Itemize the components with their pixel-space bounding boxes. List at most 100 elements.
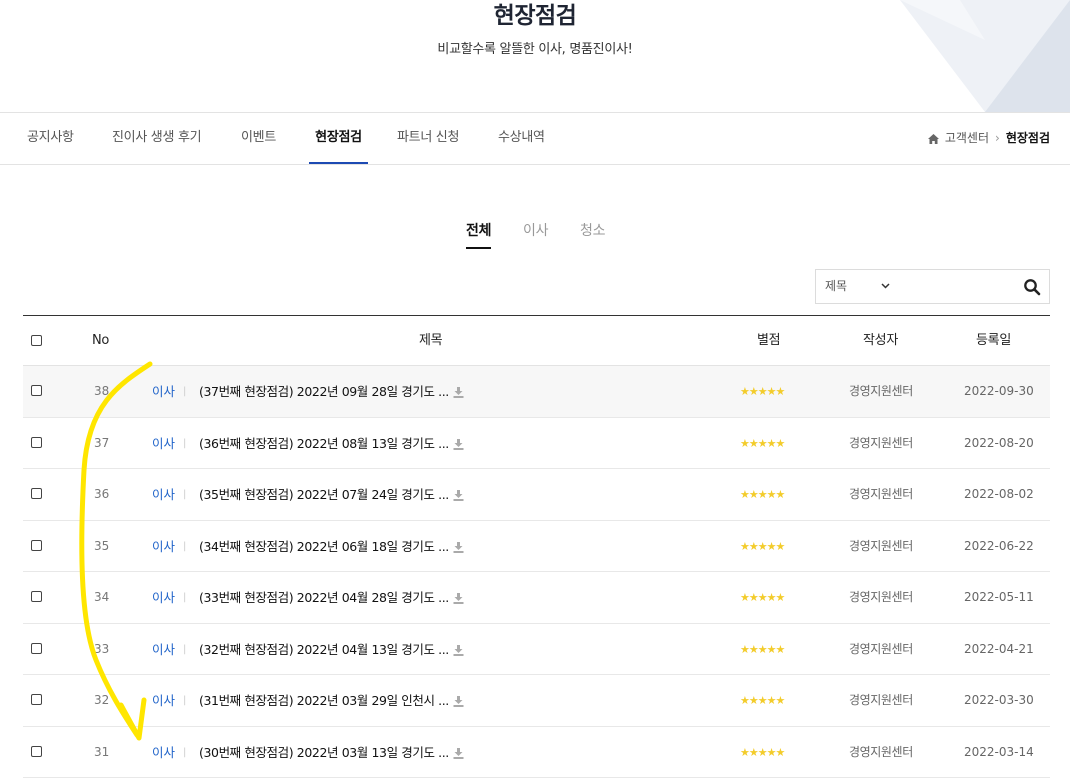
- home-icon[interactable]: [927, 133, 939, 144]
- tab-notice[interactable]: 공지사항: [27, 113, 74, 164]
- row-title-link[interactable]: (33번째 현장점검) 2022년 04월 28일 경기도 ...: [199, 590, 449, 605]
- row-number: 38: [94, 384, 110, 398]
- category-tabs: 전체 이사 청소: [0, 220, 1070, 250]
- row-title-cell: (31번째 현장점검) 2022년 03월 29일 인천시 ...: [199, 675, 464, 726]
- sub-navigation: 공지사항 진이사 생생 후기 이벤트 현장점검 파트너 신청 수상내역 고객센터…: [0, 112, 1070, 165]
- row-checkbox[interactable]: [31, 694, 42, 705]
- row-title-link[interactable]: (37번째 현장점검) 2022년 09월 28일 경기도 ...: [199, 384, 449, 399]
- row-date: 2022-06-22: [964, 538, 1034, 553]
- tab-awards[interactable]: 수상내역: [498, 113, 545, 164]
- row-number: 37: [94, 435, 110, 450]
- row-writer: 경영지원센터: [849, 693, 913, 707]
- row-writer: 경영지원센터: [849, 641, 913, 656]
- row-category-link[interactable]: 이사: [152, 366, 175, 417]
- download-icon[interactable]: [453, 490, 464, 501]
- table-row[interactable]: 34 이사 | (33번째 현장점검) 2022년 04월 28일 경기도 ... ★★…: [23, 572, 1050, 624]
- row-divider: |: [183, 437, 187, 449]
- row-date: 2022-08-02: [964, 487, 1034, 501]
- star-rating: ★★★★★: [740, 642, 785, 656]
- search-input[interactable]: [896, 270, 1020, 305]
- row-number: 32: [94, 693, 110, 707]
- row-checkbox[interactable]: [31, 642, 42, 654]
- table-row[interactable]: 35 이사 | (34번째 현장점검) 2022년 06월 18일 경기도 ... ★★…: [23, 521, 1050, 572]
- row-title-link[interactable]: (36번째 현장점검) 2022년 08월 13일 경기도 ...: [199, 436, 449, 451]
- row-checkbox[interactable]: [31, 591, 42, 602]
- row-divider: |: [183, 592, 187, 603]
- download-icon[interactable]: [453, 747, 464, 759]
- row-writer: 경영지원센터: [849, 384, 913, 398]
- category-tab-all[interactable]: 전체: [466, 220, 491, 249]
- row-title-link[interactable]: (32번째 현장점검) 2022년 04월 13일 경기도 ...: [199, 642, 449, 657]
- download-icon[interactable]: [453, 541, 464, 553]
- row-number: 33: [94, 641, 110, 656]
- search-icon[interactable]: [1023, 278, 1041, 296]
- row-title-link[interactable]: (31번째 현장점검) 2022년 03월 29일 인천시 ...: [199, 693, 449, 708]
- row-divider: |: [183, 489, 187, 500]
- row-writer: 경영지원센터: [849, 538, 913, 553]
- row-date: 2022-03-30: [964, 693, 1034, 707]
- row-title-cell: (34번째 현장점검) 2022년 06월 18일 경기도 ...: [199, 521, 464, 572]
- row-checkbox[interactable]: [31, 488, 42, 499]
- chevron-right-icon: ›: [995, 131, 1000, 145]
- row-checkbox[interactable]: [31, 539, 42, 551]
- table-row[interactable]: 32 이사 | (31번째 현장점검) 2022년 03월 29일 인천시 ... ★★…: [23, 675, 1050, 727]
- table-row[interactable]: 33 이사 | (32번째 현장점검) 2022년 04월 13일 경기도 ... ★★…: [23, 624, 1050, 675]
- download-icon[interactable]: [453, 593, 464, 604]
- row-category-link[interactable]: 이사: [152, 469, 175, 520]
- row-number: 31: [94, 744, 110, 759]
- row-title-cell: (30번째 현장점검) 2022년 03월 13일 경기도 ...: [199, 727, 464, 778]
- header-no: No: [92, 333, 110, 348]
- row-date: 2022-05-11: [964, 590, 1034, 604]
- row-divider: |: [183, 746, 187, 758]
- page-subtitle: 비교할수록 알뜰한 이사, 명품진이사!: [437, 42, 633, 57]
- row-checkbox[interactable]: [31, 745, 42, 757]
- breadcrumb-current: 현장점검: [1005, 131, 1050, 145]
- search-field-label: 제목: [825, 279, 848, 293]
- row-date: 2022-03-14: [964, 744, 1034, 759]
- tab-site-inspection[interactable]: 현장점검: [309, 113, 368, 164]
- row-writer: 경영지원센터: [849, 590, 913, 604]
- table-row[interactable]: 36 이사 | (35번째 현장점검) 2022년 07월 24일 경기도 ... ★★…: [23, 469, 1050, 521]
- select-all-checkbox[interactable]: [31, 335, 42, 346]
- tab-events[interactable]: 이벤트: [241, 113, 276, 164]
- row-category-link[interactable]: 이사: [152, 521, 175, 572]
- row-title-link[interactable]: (30번째 현장점검) 2022년 03월 13일 경기도 ...: [199, 745, 449, 760]
- table-row[interactable]: 31 이사 | (30번째 현장점검) 2022년 03월 13일 경기도 ... ★★…: [23, 727, 1050, 778]
- chevron-down-icon: [881, 283, 890, 289]
- category-tab-moving[interactable]: 이사: [523, 220, 548, 247]
- row-divider: |: [183, 386, 187, 397]
- download-icon[interactable]: [453, 438, 464, 450]
- row-title-cell: (37번째 현장점검) 2022년 09월 28일 경기도 ...: [199, 366, 464, 417]
- star-rating: ★★★★★: [740, 436, 785, 450]
- row-category-link[interactable]: 이사: [152, 675, 175, 726]
- row-category-link[interactable]: 이사: [152, 418, 175, 469]
- download-icon[interactable]: [453, 644, 464, 656]
- table-row[interactable]: 38 이사 | (37번째 현장점검) 2022년 09월 28일 경기도 ... ★★…: [23, 366, 1050, 418]
- header-writer: 작성자: [863, 333, 898, 348]
- table-body: 38 이사 | (37번째 현장점검) 2022년 09월 28일 경기도 ... ★★…: [23, 366, 1050, 778]
- star-rating: ★★★★★: [740, 591, 785, 604]
- row-divider: |: [183, 695, 187, 706]
- row-title-cell: (33번째 현장점검) 2022년 04월 28일 경기도 ...: [199, 572, 464, 623]
- inspection-table: No 제목 별점 작성자 등록일 38 이사 | (37번째 현장점검) 2022년 …: [23, 315, 1050, 778]
- row-category-link[interactable]: 이사: [152, 572, 175, 623]
- row-title-link[interactable]: (34번째 현장점검) 2022년 06월 18일 경기도 ...: [199, 539, 449, 554]
- row-title-cell: (35번째 현장점검) 2022년 07월 24일 경기도 ...: [199, 469, 464, 520]
- row-title-link[interactable]: (35번째 현장점검) 2022년 07월 24일 경기도 ...: [199, 487, 449, 502]
- row-category-link[interactable]: 이사: [152, 624, 175, 675]
- breadcrumb: 고객센터 › 현장점검: [927, 113, 1050, 164]
- row-category-link[interactable]: 이사: [152, 727, 175, 778]
- row-checkbox[interactable]: [31, 385, 42, 396]
- star-rating: ★★★★★: [740, 539, 785, 553]
- row-checkbox[interactable]: [31, 436, 42, 448]
- tab-partner-apply[interactable]: 파트너 신청: [397, 113, 459, 164]
- row-date: 2022-09-30: [964, 384, 1034, 398]
- download-icon[interactable]: [453, 696, 464, 707]
- table-row[interactable]: 37 이사 | (36번째 현장점검) 2022년 08월 13일 경기도 ... ★★…: [23, 418, 1050, 469]
- download-icon[interactable]: [453, 387, 464, 398]
- page-title: 현장점검: [493, 3, 577, 29]
- search-field-select[interactable]: 제목: [816, 270, 896, 303]
- tab-reviews[interactable]: 진이사 생생 후기: [112, 113, 202, 164]
- category-tab-cleaning[interactable]: 청소: [580, 220, 605, 247]
- breadcrumb-parent[interactable]: 고객센터: [945, 113, 989, 164]
